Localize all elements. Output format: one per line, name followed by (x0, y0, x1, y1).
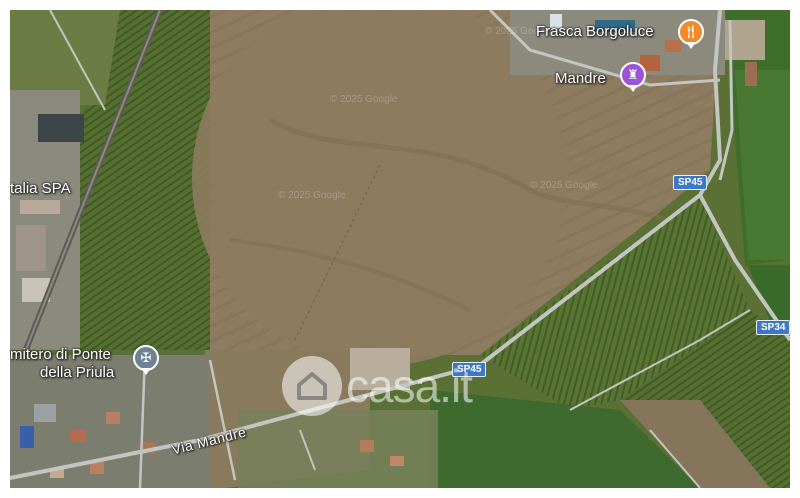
poi-label-cemetery-line1[interactable]: mitero di Ponte (10, 346, 111, 363)
image-frame: © 2025 Google © 2025 Google © 2025 Googl… (0, 0, 800, 498)
poi-label-restaurant[interactable]: Frasca Borgoluce (536, 23, 654, 40)
road-shield-sp34: SP34 (756, 320, 790, 335)
brand-logo: casa.it (282, 356, 473, 416)
satellite-map[interactable]: © 2025 Google © 2025 Google © 2025 Googl… (10, 10, 790, 488)
castle-icon[interactable]: ♜ (620, 62, 646, 92)
fork-knife-icon[interactable]: 🍴︎ (678, 19, 704, 49)
poi-label-cemetery-line2[interactable]: della Priula (40, 364, 114, 381)
poi-label-landmark[interactable]: Mandre (555, 70, 606, 87)
map-terrain (10, 10, 790, 488)
poi-label-company[interactable]: talia SPA (10, 180, 71, 197)
house-icon (282, 356, 342, 416)
cemetery-icon[interactable]: ✠ (133, 345, 159, 375)
map-watermark: © 2025 Google (330, 94, 398, 105)
map-watermark: © 2025 Google (530, 180, 598, 191)
map-watermark: © 2025 Google (278, 190, 346, 201)
road-shield-sp45: SP45 (673, 175, 708, 190)
brand-logo-text: casa.it (346, 360, 473, 412)
